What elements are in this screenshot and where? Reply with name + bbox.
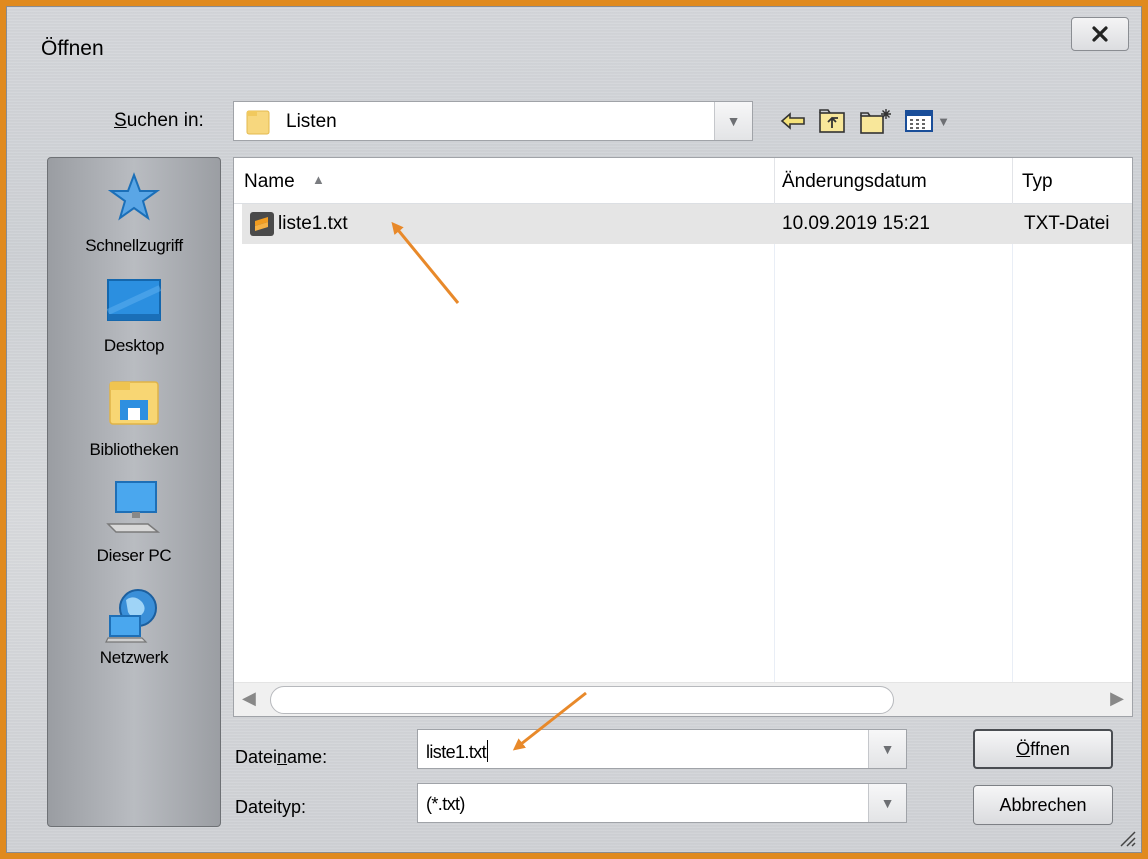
annotation-arrows: [391, 221, 587, 751]
annotation-arrow-filename: [512, 691, 587, 751]
annotation-arrow-file: [391, 221, 460, 304]
